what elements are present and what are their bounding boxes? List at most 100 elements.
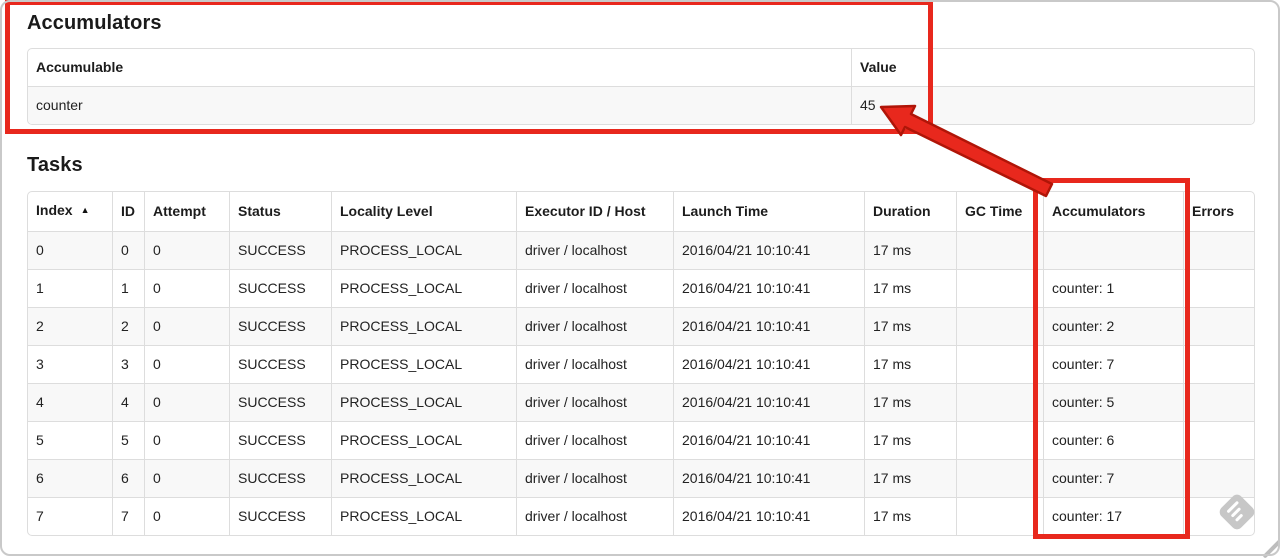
column-header-value: Value: [851, 49, 1254, 86]
table-row: 7 7 0 SUCCESS PROCESS_LOCAL driver / localhos…: [28, 497, 1254, 535]
column-header-label: ID: [121, 203, 135, 219]
tasks-heading: Tasks: [27, 154, 83, 176]
cell-errors: [1183, 383, 1254, 421]
column-header-attempt[interactable]: Attempt: [144, 192, 229, 231]
cell-launch: 2016/04/21 10:10:41: [673, 231, 864, 269]
tasks-table: Index ▲ ID Attempt Status Locality Level Execu…: [27, 191, 1255, 536]
column-header-id[interactable]: ID: [112, 192, 144, 231]
cell-index: 0: [28, 231, 112, 269]
cell-attempt: 0: [144, 231, 229, 269]
column-header-label: GC Time: [965, 203, 1023, 219]
cell-duration: 17 ms: [864, 307, 956, 345]
table-row: 4 4 0 SUCCESS PROCESS_LOCAL driver / localhos…: [28, 383, 1254, 421]
table-row: 3 3 0 SUCCESS PROCESS_LOCAL driver / localhos…: [28, 345, 1254, 383]
cell-duration: 17 ms: [864, 383, 956, 421]
column-header-gc-time[interactable]: GC Time: [956, 192, 1043, 231]
cell-accumulators: counter: 17: [1043, 497, 1183, 535]
cell-locality: PROCESS_LOCAL: [331, 231, 516, 269]
cell-index: 6: [28, 459, 112, 497]
cell-index: 4: [28, 383, 112, 421]
cell-status: SUCCESS: [229, 307, 331, 345]
cell-status: SUCCESS: [229, 383, 331, 421]
cell-id: 1: [112, 269, 144, 307]
column-header-errors[interactable]: Errors: [1183, 192, 1254, 231]
cell-gc: [956, 269, 1043, 307]
cell-status: SUCCESS: [229, 421, 331, 459]
table-row: counter 45: [28, 86, 1254, 124]
column-header-duration[interactable]: Duration: [864, 192, 956, 231]
watermark-pen-mark: [1262, 537, 1280, 559]
cell-executor: driver / localhost: [516, 459, 673, 497]
table-header-row: Accumulable Value: [28, 49, 1254, 86]
cell-id: 0: [112, 231, 144, 269]
cell-accumulators: counter: 1: [1043, 269, 1183, 307]
cell-launch: 2016/04/21 10:10:41: [673, 345, 864, 383]
cell-executor: driver / localhost: [516, 383, 673, 421]
cell-duration: 17 ms: [864, 231, 956, 269]
column-header-executor-id-host[interactable]: Executor ID / Host: [516, 192, 673, 231]
cell-executor: driver / localhost: [516, 231, 673, 269]
cell-value: 45: [851, 86, 1254, 124]
cell-locality: PROCESS_LOCAL: [331, 383, 516, 421]
cell-errors: [1183, 231, 1254, 269]
cell-executor: driver / localhost: [516, 307, 673, 345]
cell-status: SUCCESS: [229, 345, 331, 383]
table-row: 5 5 0 SUCCESS PROCESS_LOCAL driver / localhos…: [28, 421, 1254, 459]
tasks-table-body: 0 0 0 SUCCESS PROCESS_LOCAL driver / localhos…: [28, 231, 1254, 535]
cell-errors: [1183, 269, 1254, 307]
column-header-label: Accumulable: [36, 59, 124, 75]
column-header-accumulators[interactable]: Accumulators: [1043, 192, 1183, 231]
cell-gc: [956, 307, 1043, 345]
column-header-index[interactable]: Index ▲: [28, 192, 112, 231]
column-header-accumulable: Accumulable: [28, 49, 851, 86]
column-header-label: Locality Level: [340, 203, 433, 219]
cell-accumulators: [1043, 231, 1183, 269]
cell-locality: PROCESS_LOCAL: [331, 421, 516, 459]
column-header-label: Errors: [1192, 203, 1235, 219]
cell-index: 7: [28, 497, 112, 535]
table-row: 0 0 0 SUCCESS PROCESS_LOCAL driver / localhos…: [28, 231, 1254, 269]
sort-ascending-icon: ▲: [80, 205, 90, 215]
cell-locality: PROCESS_LOCAL: [331, 269, 516, 307]
cell-status: SUCCESS: [229, 497, 331, 535]
column-header-launch-time[interactable]: Launch Time: [673, 192, 864, 231]
cell-id: 7: [112, 497, 144, 535]
column-header-label: Value: [860, 59, 897, 75]
cell-errors: [1183, 345, 1254, 383]
cell-duration: 17 ms: [864, 497, 956, 535]
cell-executor: driver / localhost: [516, 345, 673, 383]
cell-id: 5: [112, 421, 144, 459]
cell-gc: [956, 421, 1043, 459]
cell-launch: 2016/04/21 10:10:41: [673, 459, 864, 497]
cell-attempt: 0: [144, 345, 229, 383]
cell-executor: driver / localhost: [516, 269, 673, 307]
cell-index: 5: [28, 421, 112, 459]
cell-accumulators: counter: 2: [1043, 307, 1183, 345]
cell-launch: 2016/04/21 10:10:41: [673, 269, 864, 307]
accumulators-table: Accumulable Value counter 45: [27, 48, 1255, 125]
table-row: 6 6 0 SUCCESS PROCESS_LOCAL driver / localhos…: [28, 459, 1254, 497]
cell-executor: driver / localhost: [516, 497, 673, 535]
cell-duration: 17 ms: [864, 459, 956, 497]
cell-launch: 2016/04/21 10:10:41: [673, 421, 864, 459]
cell-id: 2: [112, 307, 144, 345]
cell-locality: PROCESS_LOCAL: [331, 345, 516, 383]
column-header-locality-level[interactable]: Locality Level: [331, 192, 516, 231]
cell-accumulable: counter: [28, 86, 851, 124]
column-header-label: Accumulators: [1052, 203, 1146, 219]
cell-attempt: 0: [144, 383, 229, 421]
watermark-stripe: [1234, 513, 1244, 522]
column-header-label: Executor ID / Host: [525, 203, 646, 219]
cell-gc: [956, 459, 1043, 497]
column-header-status[interactable]: Status: [229, 192, 331, 231]
cell-executor: driver / localhost: [516, 421, 673, 459]
table-header-row: Index ▲ ID Attempt Status Locality Level Execu…: [28, 192, 1254, 231]
cell-status: SUCCESS: [229, 459, 331, 497]
accumulators-table-body: counter 45: [28, 86, 1254, 124]
cell-attempt: 0: [144, 459, 229, 497]
column-header-label: Duration: [873, 203, 931, 219]
cell-errors: [1183, 307, 1254, 345]
cell-launch: 2016/04/21 10:10:41: [673, 307, 864, 345]
cell-launch: 2016/04/21 10:10:41: [673, 497, 864, 535]
cell-attempt: 0: [144, 497, 229, 535]
